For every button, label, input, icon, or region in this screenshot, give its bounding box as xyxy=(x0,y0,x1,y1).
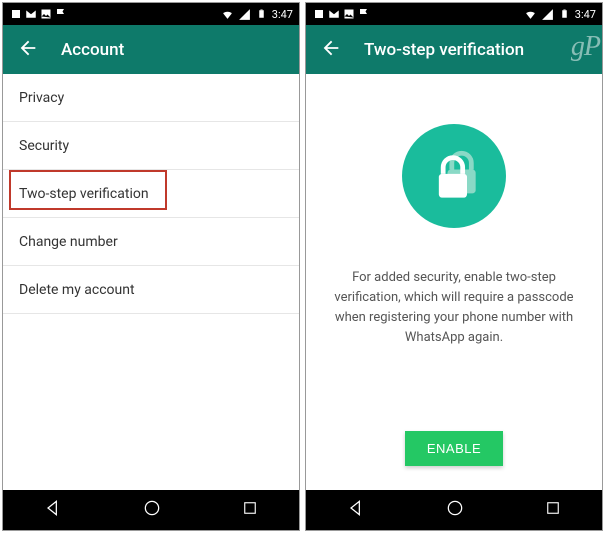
nav-back-icon[interactable] xyxy=(346,498,366,522)
status-right-icons: 3:47 xyxy=(524,8,596,21)
list-item-two-step[interactable]: Two-step verification xyxy=(3,170,299,218)
list-item-change-number[interactable]: Change number xyxy=(3,218,299,266)
list-item-delete-account[interactable]: Delete my account xyxy=(3,266,299,314)
two-step-content: For added security, enable two-step veri… xyxy=(306,74,602,490)
enable-button[interactable]: ENABLE xyxy=(405,431,503,466)
signal-icon xyxy=(238,8,251,21)
account-list: Privacy Security Two-step verification C… xyxy=(3,74,299,490)
list-label: Security xyxy=(19,138,69,154)
wifi-icon xyxy=(524,8,537,21)
phone-left: 3:47 Account Privacy Security Two-step v… xyxy=(2,2,300,531)
list-label: Two-step verification xyxy=(19,186,149,202)
status-time: 3:47 xyxy=(575,8,596,21)
nav-bar xyxy=(3,490,299,530)
phone-right: 3:47 Two-step verification gP For added … xyxy=(305,2,603,531)
wifi-icon xyxy=(221,8,234,21)
watermark: gP xyxy=(571,31,600,63)
status-bar: 3:47 xyxy=(3,3,299,25)
status-bar: 3:47 xyxy=(306,3,602,25)
list-label: Privacy xyxy=(19,90,64,106)
status-left-icons xyxy=(9,8,67,21)
list-label: Change number xyxy=(19,234,118,250)
list-label: Delete my account xyxy=(19,282,135,298)
image-icon xyxy=(39,8,52,21)
lock-icon xyxy=(428,150,480,202)
flag-icon xyxy=(357,8,370,21)
notif-icon xyxy=(312,8,325,21)
status-time: 3:47 xyxy=(272,8,293,21)
nav-recent-icon[interactable] xyxy=(544,499,562,521)
enable-label: ENABLE xyxy=(427,441,481,456)
back-icon[interactable] xyxy=(17,37,39,63)
flag-icon xyxy=(54,8,67,21)
app-bar: Two-step verification gP xyxy=(306,25,602,74)
mail-icon xyxy=(327,8,340,21)
list-item-security[interactable]: Security xyxy=(3,122,299,170)
list-item-privacy[interactable]: Privacy xyxy=(3,74,299,122)
status-right-icons: 3:47 xyxy=(221,8,293,21)
nav-home-icon[interactable] xyxy=(142,498,162,522)
signal-icon xyxy=(541,8,554,21)
description-text: For added security, enable two-step veri… xyxy=(328,268,580,349)
app-bar: Account xyxy=(3,25,299,74)
nav-recent-icon[interactable] xyxy=(241,499,259,521)
nav-home-icon[interactable] xyxy=(445,498,465,522)
page-title: Two-step verification xyxy=(364,40,524,60)
back-icon[interactable] xyxy=(320,37,342,63)
status-left-icons xyxy=(312,8,370,21)
image-icon xyxy=(342,8,355,21)
mail-icon xyxy=(24,8,37,21)
nav-back-icon[interactable] xyxy=(43,498,63,522)
nav-bar xyxy=(306,490,602,530)
battery-icon xyxy=(255,8,268,21)
page-title: Account xyxy=(61,40,124,60)
lock-circle xyxy=(402,124,506,228)
battery-icon xyxy=(558,8,571,21)
notif-icon xyxy=(9,8,22,21)
